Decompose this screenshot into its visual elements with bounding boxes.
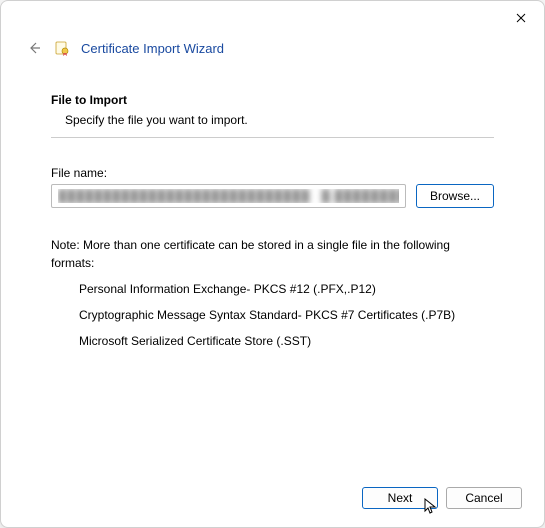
format-item: Personal Information Exchange- PKCS #12 … — [79, 282, 494, 296]
wizard-title: Certificate Import Wizard — [81, 41, 224, 56]
file-name-label: File name: — [51, 166, 494, 180]
format-list: Personal Information Exchange- PKCS #12 … — [51, 282, 494, 348]
wizard-window: Certificate Import Wizard File to Import… — [0, 0, 545, 528]
format-item: Cryptographic Message Syntax Standard- P… — [79, 308, 494, 322]
back-arrow-icon — [26, 40, 42, 56]
section-title: File to Import — [51, 93, 494, 107]
header: Certificate Import Wizard — [1, 1, 544, 57]
back-button[interactable] — [25, 39, 43, 57]
close-button[interactable] — [510, 7, 532, 29]
cancel-button[interactable]: Cancel — [446, 487, 522, 509]
file-name-input[interactable] — [51, 184, 406, 208]
certificate-icon — [53, 39, 71, 57]
browse-button[interactable]: Browse... — [416, 184, 494, 208]
content-area: File to Import Specify the file you want… — [1, 57, 544, 348]
footer: Next Cancel — [362, 487, 522, 509]
close-icon — [516, 13, 526, 23]
section-subtitle: Specify the file you want to import. — [65, 113, 494, 127]
next-button[interactable]: Next — [362, 487, 438, 509]
format-item: Microsoft Serialized Certificate Store (… — [79, 334, 494, 348]
file-row: Browse... — [51, 184, 494, 208]
note-text: Note: More than one certificate can be s… — [51, 236, 494, 272]
divider — [51, 137, 494, 138]
